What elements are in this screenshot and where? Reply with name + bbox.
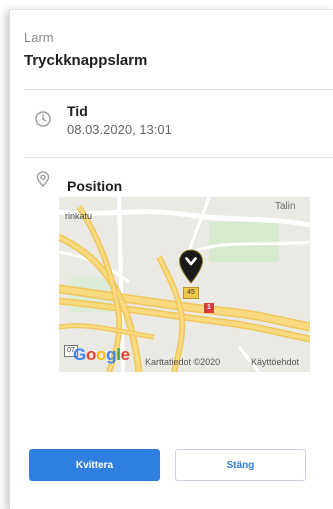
google-logo: Google — [73, 345, 130, 364]
divider — [24, 157, 333, 158]
time-label: Tid — [67, 103, 88, 119]
divider — [24, 89, 333, 90]
map-marker-icon[interactable] — [178, 249, 204, 285]
close-button[interactable]: Stäng — [175, 449, 306, 481]
map-terms-link[interactable]: Käyttöehdot — [251, 357, 299, 367]
dialog-title: Tryckknappslarm — [24, 52, 148, 69]
confirm-button[interactable]: Kvittera — [29, 449, 160, 481]
road-badge-1: 1 — [204, 303, 214, 313]
clock-icon — [35, 111, 51, 127]
dialog-subtitle: Larm — [24, 30, 54, 45]
position-label: Position — [67, 178, 123, 194]
map-street-label: rinkatu — [65, 211, 93, 221]
map-place-label: Talin — [275, 201, 296, 212]
map-view[interactable]: 45 1 07 rinkatu Talin Google Karttatiedo… — [59, 197, 310, 372]
road-badge-45: 45 — [183, 287, 199, 299]
map-attribution: Karttatiedot ©2020 — [145, 357, 221, 367]
location-pin-outline-icon — [36, 171, 50, 187]
time-value: 08.03.2020, 13:01 — [67, 122, 172, 137]
